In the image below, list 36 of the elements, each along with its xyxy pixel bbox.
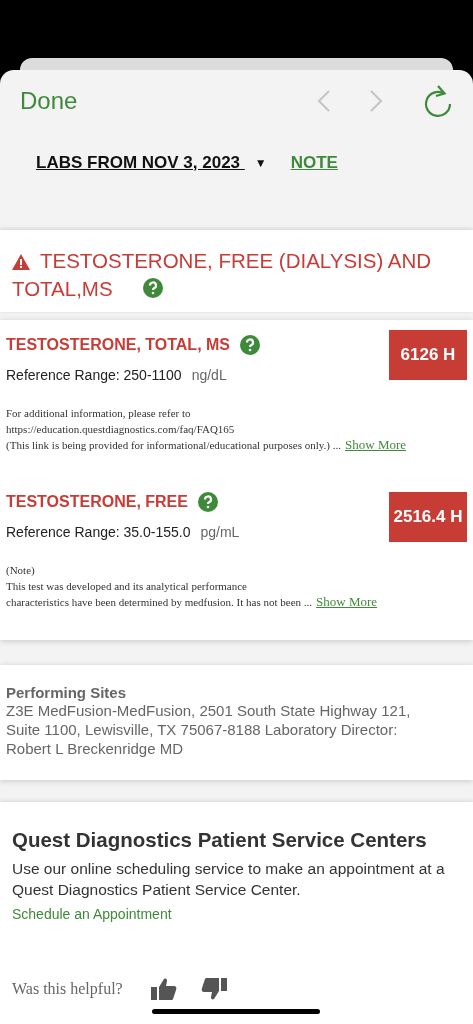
done-button[interactable]: Done [20, 87, 317, 115]
unit-label: ng/dL [191, 367, 227, 383]
help-icon[interactable] [240, 335, 260, 355]
note-text: characteristics have been determined by medfusion. It has not been [6, 596, 302, 608]
schedule-description: Use our online scheduling service to make an appointment at a Quest Diagnostics Patient Service Center. [12, 859, 446, 900]
unit-label: pg/mL [200, 524, 240, 540]
reference-range: Reference Range: 35.0-155.0 [6, 524, 191, 540]
result-value: 6126 H [389, 330, 467, 380]
dropdown-icon[interactable]: ▼ [254, 156, 267, 170]
panel-title: TESTOSTERONE, FREE (DIALYSIS) AND [40, 249, 432, 272]
ellipsis-text: ... [303, 596, 313, 608]
show-more-link[interactable]: Show More [345, 437, 407, 452]
note-link[interactable]: NOTE [290, 153, 338, 173]
thumbs-down-icon[interactable] [200, 977, 227, 1001]
thumbs-up-icon[interactable] [150, 977, 177, 1001]
result-value: 2516.4 H [389, 492, 467, 542]
sites-address: Z3E MedFusion-MedFusion, 2501 South State Highway 121, Suite 1100, Lewisville, TX 75067-8188 Laboratory Director: Robert L Breckenridge MD [6, 701, 412, 758]
test-name: TESTOSTERONE, TOTAL, MS [6, 336, 230, 354]
refresh-icon[interactable] [423, 84, 453, 118]
show-more-link[interactable]: Show More [316, 594, 378, 609]
ellipsis-text: ... [332, 439, 342, 451]
help-icon[interactable] [142, 278, 163, 298]
note-text: This test was developed and its analytical performance [6, 580, 247, 592]
section-title: Quest Diagnostics Patient Service Centers [12, 828, 428, 852]
test-name: TESTOSTERONE, FREE [6, 493, 188, 511]
feedback-question: Was this helpful? [12, 980, 123, 998]
note-text: (This link is being provided for informational/educational purposes only.) [6, 439, 331, 451]
note-text: https://education.questdiagnostics.com/faq/FAQ165 [6, 423, 235, 435]
note-text: (Note) [6, 564, 35, 576]
help-icon[interactable] [197, 492, 218, 512]
labs-date-link[interactable]: LABS FROM NOV 3, 2023 [36, 153, 245, 173]
section-title: Performing Sites [6, 684, 128, 701]
note-text: For additional information, please refer to [6, 407, 191, 419]
reference-range: Reference Range: 250-1100 [6, 367, 182, 383]
schedule-link[interactable]: Schedule an Appointment [12, 906, 172, 922]
panel-title: TOTAL,MS [12, 277, 113, 300]
